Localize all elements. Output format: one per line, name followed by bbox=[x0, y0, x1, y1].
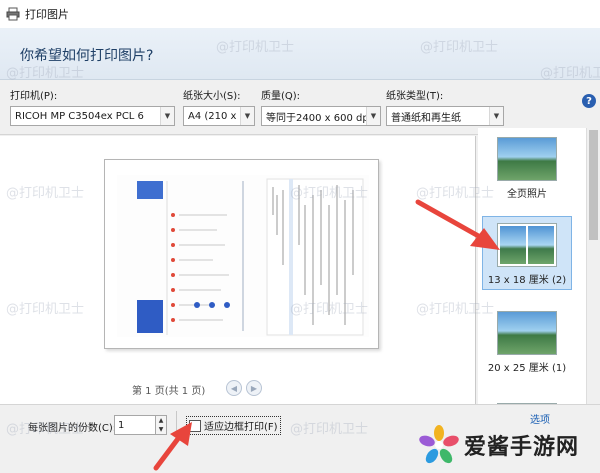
quality-select[interactable]: 等同于2400 x 600 dpi ▼ bbox=[261, 106, 381, 126]
chevron-right-icon: ▶ bbox=[250, 383, 258, 393]
paper-type-select-value: 普通纸和再生纸 bbox=[391, 112, 461, 124]
printer-select-value: RICOH MP C3504ex PCL 6 bbox=[15, 110, 144, 122]
layout-item-20x25[interactable]: 20 x 25 厘米 (1) bbox=[482, 304, 572, 378]
printer-select[interactable]: RICOH MP C3504ex PCL 6 ▼ bbox=[10, 106, 175, 126]
landscape-thumbnail bbox=[497, 311, 557, 355]
printer-label: 打印机(P): bbox=[10, 91, 58, 102]
fit-to-frame-checkbox[interactable] bbox=[189, 419, 201, 432]
page-indicator: 第 1 页(共 1 页) bbox=[132, 386, 206, 397]
print-preview: 第 1 页(共 1 页) ◀ ▶ bbox=[0, 136, 476, 404]
scrollbar-thumb[interactable] bbox=[589, 130, 598, 240]
brand-logo: 爱酱手游网 bbox=[418, 420, 596, 470]
print-options-bar: 打印机(P): RICOH MP C3504ex PCL 6 ▼ 纸张大小(S)… bbox=[0, 80, 600, 135]
layout-scrollbar[interactable] bbox=[586, 128, 600, 408]
layout-list: 全页照片 13 x 18 厘米 (2) 20 x 25 厘米 (1) bbox=[478, 128, 586, 409]
copies-stepper[interactable]: ▲ ▼ bbox=[155, 415, 167, 435]
preview-page bbox=[104, 159, 379, 349]
chevron-down-icon[interactable]: ▼ bbox=[156, 425, 166, 434]
chevron-down-icon: ▼ bbox=[489, 107, 503, 125]
window-title: 打印图片 bbox=[25, 8, 69, 21]
next-page-button[interactable]: ▶ bbox=[246, 380, 262, 396]
copies-input[interactable]: 1 bbox=[114, 415, 156, 435]
copies-label: 每张图片的份数(C): bbox=[28, 423, 117, 434]
layout-item-13x18[interactable]: 13 x 18 厘米 (2) bbox=[482, 216, 572, 290]
divider bbox=[176, 411, 177, 437]
chevron-left-icon: ◀ bbox=[230, 383, 238, 393]
preview-content-graphic bbox=[117, 175, 369, 337]
landscape-thumbnail bbox=[497, 137, 557, 181]
flower-logo-icon bbox=[419, 425, 459, 464]
two-portrait-thumbnail bbox=[497, 223, 557, 267]
paper-type-label: 纸张类型(T): bbox=[386, 91, 444, 102]
layout-item-full-page[interactable]: 全页照片 bbox=[482, 130, 572, 204]
printer-icon bbox=[6, 7, 20, 21]
chevron-down-icon: ▼ bbox=[240, 107, 254, 125]
paper-size-select[interactable]: A4 (210 x 297 ▼ bbox=[183, 106, 255, 126]
chevron-down-icon: ▼ bbox=[160, 107, 174, 125]
dialog-question: 你希望如何打印图片? bbox=[20, 48, 154, 64]
layout-label: 20 x 25 厘米 (1) bbox=[487, 363, 567, 374]
previous-page-button[interactable]: ◀ bbox=[226, 380, 242, 396]
paper-size-label: 纸张大小(S): bbox=[183, 91, 241, 102]
quality-select-value: 等同于2400 x 600 dpi bbox=[266, 112, 372, 124]
title-bar: 打印图片 bbox=[0, 0, 600, 28]
quality-label: 质量(Q): bbox=[261, 91, 301, 102]
fit-to-frame-label: 适应边框打印(F) bbox=[204, 422, 278, 433]
paper-type-select[interactable]: 普通纸和再生纸 ▼ bbox=[386, 106, 504, 126]
help-icon[interactable]: ? bbox=[582, 94, 596, 108]
copies-value: 1 bbox=[118, 419, 125, 431]
brand-name: 爱酱手游网 bbox=[464, 435, 580, 460]
dialog-header: 你希望如何打印图片? bbox=[0, 28, 600, 80]
fit-to-frame-option[interactable]: 适应边框打印(F) bbox=[186, 416, 281, 435]
layout-label: 全页照片 bbox=[507, 189, 547, 200]
layout-label: 13 x 18 厘米 (2) bbox=[487, 275, 567, 286]
chevron-down-icon: ▼ bbox=[366, 107, 380, 125]
chevron-up-icon[interactable]: ▲ bbox=[156, 416, 166, 425]
preview-image bbox=[117, 175, 369, 337]
